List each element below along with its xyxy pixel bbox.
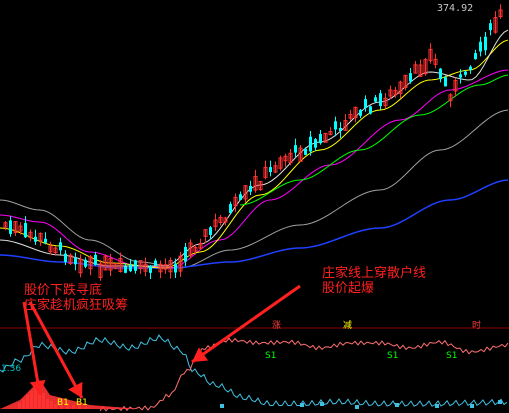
- candle-body-down: [339, 127, 342, 132]
- candle-body-down: [464, 71, 467, 75]
- candle-body-down: [409, 73, 412, 82]
- bottom-annotation-line2: 庄家趁机疯狂吸筹: [24, 298, 129, 313]
- indicator-chip: [300, 403, 304, 407]
- candle-body-down: [174, 263, 177, 273]
- indicator-chip: [435, 404, 439, 408]
- retail-line: [0, 334, 508, 407]
- candle-body-down: [149, 265, 152, 273]
- candlestick-chart[interactable]: [0, 0, 509, 413]
- ma-line-white: [0, 29, 509, 267]
- candle-body-down: [294, 145, 297, 153]
- candle-body-down: [469, 66, 472, 70]
- signal-s1-a: S1: [265, 351, 277, 361]
- indicator-chip: [220, 404, 224, 408]
- candle-body-down: [134, 260, 137, 271]
- candle-body-down: [74, 258, 77, 265]
- indicator-chip: [498, 400, 502, 404]
- banker-line: [99, 337, 509, 412]
- ma-line-blue: [0, 179, 509, 269]
- candle-body-down: [319, 133, 322, 144]
- candle-body-down: [269, 167, 272, 172]
- candle-body-down: [479, 41, 482, 52]
- candle-body-down: [239, 194, 242, 200]
- arrow-breakout-head: [192, 347, 209, 362]
- candle-body-down: [474, 53, 477, 60]
- bottom-annotation: 股价下跌寻底 庄家趁机疯狂吸筹: [24, 283, 128, 313]
- candle-body-down: [44, 238, 47, 243]
- bottom-annotation-line1: 股价下跌寻底: [24, 283, 103, 298]
- signal-jian: 减: [343, 321, 353, 331]
- indicator-chip: [470, 404, 474, 408]
- breakout-annotation-line2: 股价起爆: [322, 281, 375, 296]
- candle-body-down: [439, 68, 442, 80]
- indicator-chip: [395, 403, 399, 407]
- indicator-chip: [320, 402, 324, 406]
- candle-body-down: [34, 236, 37, 242]
- candle-body-down: [369, 106, 372, 114]
- candle-body-down: [489, 23, 492, 31]
- candle-body-down: [184, 246, 187, 262]
- signal-b1-a: B1: [57, 398, 69, 408]
- arrow-breakout-shaft: [191, 284, 301, 364]
- candle-body-down: [24, 222, 27, 238]
- price-high-label: 374.92: [437, 3, 474, 14]
- signal-zhang: 涨: [272, 321, 282, 331]
- candle-body-down: [94, 254, 97, 265]
- candle-body-down: [364, 99, 367, 109]
- candle-body-down: [229, 203, 232, 214]
- candle-body-down: [124, 266, 127, 273]
- candle-body-down: [9, 220, 12, 234]
- candle-body-down: [334, 121, 337, 130]
- candle-body-down: [129, 264, 132, 272]
- candle-body-down: [444, 77, 447, 87]
- candle-body-down: [379, 93, 382, 107]
- breakout-annotation: 庄家线上穿散户线 股价起爆: [322, 266, 426, 296]
- candle-body-down: [304, 148, 307, 155]
- indicator-chip: [355, 405, 359, 409]
- candle-body-down: [154, 260, 157, 266]
- candle-body-down: [64, 253, 67, 262]
- candle-body-down: [84, 259, 87, 267]
- candle-body-down: [314, 139, 317, 148]
- indicator-left-tag: 1.36: [1, 364, 22, 374]
- candle-body-down: [249, 185, 252, 192]
- ma-line-green: [239, 74, 509, 206]
- candle-body-down: [374, 97, 377, 102]
- signal-shi: 时: [472, 321, 482, 331]
- candle-body-down: [484, 36, 487, 51]
- stock-chart-window: 374.92 股价下跌寻底 庄家趁机疯狂吸筹 庄家线上穿散户线 股价起爆 涨 减…: [0, 0, 509, 413]
- candle-body-down: [359, 109, 362, 116]
- signal-s1-c: S1: [446, 351, 458, 361]
- ma-line-magenta: [0, 69, 509, 269]
- candle-body-down: [459, 74, 462, 78]
- signal-b1-b: B1: [76, 398, 88, 408]
- signal-s1-b: S1: [387, 351, 399, 361]
- candle-body-down: [209, 227, 212, 235]
- candle-body-down: [59, 242, 62, 251]
- accumulation-area: [0, 380, 140, 409]
- breakout-annotation-line1: 庄家线上穿散户线: [322, 266, 427, 281]
- candle-body-down: [309, 136, 312, 152]
